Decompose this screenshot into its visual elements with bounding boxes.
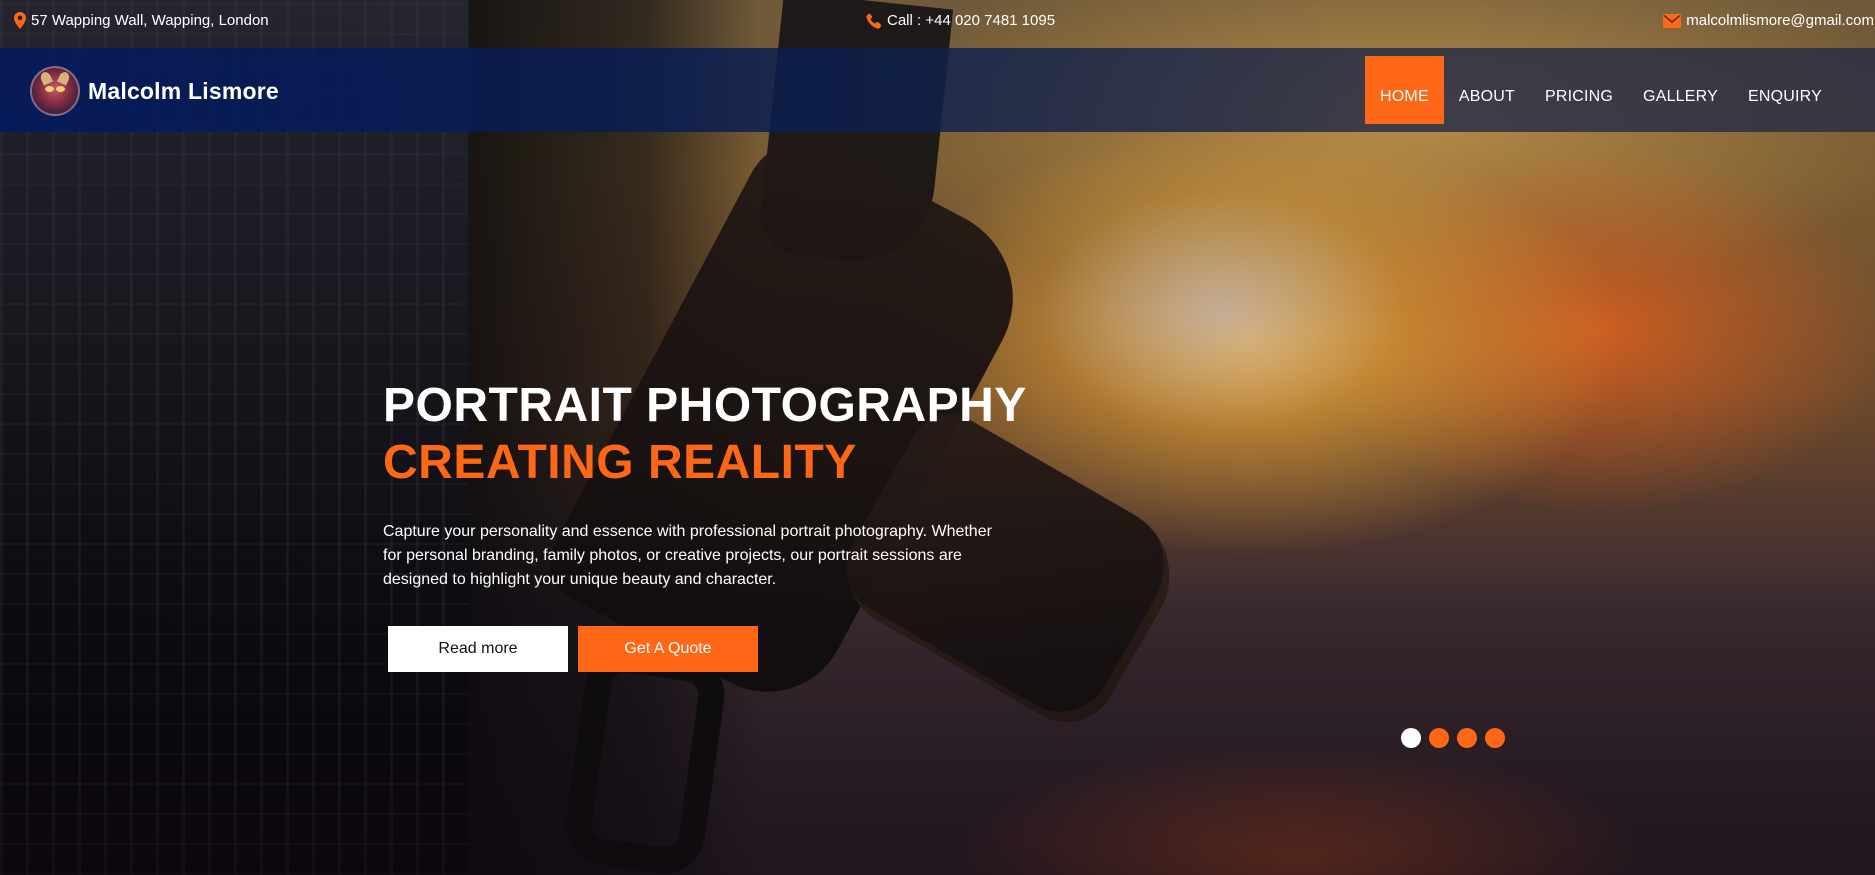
brand-name: Malcolm Lismore: [88, 77, 279, 104]
address-info: 57 Wapping Wall, Wapping, London: [14, 12, 269, 29]
nav-item-gallery[interactable]: GALLERY: [1628, 56, 1733, 124]
phone-info[interactable]: Call : +44 020 7481 1095: [866, 12, 1055, 29]
top-info-bar: 57 Wapping Wall, Wapping, London Call : …: [0, 0, 1875, 44]
hero-content: PORTRAIT PHOTOGRAPHY CREATING REALITY Ca…: [383, 378, 1027, 672]
slider-dot-4[interactable]: [1485, 728, 1505, 748]
email-text: malcolmlismore@gmail.com: [1686, 12, 1874, 29]
nav-item-enquiry[interactable]: ENQUIRY: [1733, 56, 1837, 124]
hero-description: Capture your personality and essence wit…: [383, 523, 992, 588]
primary-nav: HOME ABOUT PRICING GALLERY ENQUIRY: [1365, 56, 1837, 124]
main-navbar: Malcolm Lismore HOME ABOUT PRICING GALLE…: [0, 48, 1875, 132]
map-marker-icon: [14, 12, 26, 29]
read-more-button[interactable]: Read more: [388, 626, 568, 672]
address-text: 57 Wapping Wall, Wapping, London: [31, 12, 269, 29]
phone-text: Call : +44 020 7481 1095: [887, 12, 1056, 29]
slider-dot-3[interactable]: [1457, 728, 1477, 748]
slider-dot-2[interactable]: [1429, 728, 1449, 748]
brand-logo: [30, 66, 80, 116]
nav-item-pricing[interactable]: PRICING: [1530, 56, 1628, 124]
slider-dot-1[interactable]: [1401, 728, 1421, 748]
brand[interactable]: Malcolm Lismore: [30, 66, 279, 116]
hero-subtitle: CREATING REALITY: [383, 436, 857, 489]
envelope-icon: [1663, 13, 1682, 28]
hero-buttons: Read more Get A Quote: [388, 626, 1023, 672]
email-info[interactable]: malcolmlismore@gmail.com: [1663, 12, 1874, 29]
phone-icon: [866, 12, 882, 29]
nav-item-about[interactable]: ABOUT: [1444, 56, 1530, 124]
nav-item-home[interactable]: HOME: [1365, 56, 1444, 124]
hero-title: PORTRAIT PHOTOGRAPHY: [383, 379, 1027, 432]
slider-dots: [1401, 728, 1505, 748]
get-a-quote-button[interactable]: Get A Quote: [578, 626, 758, 672]
